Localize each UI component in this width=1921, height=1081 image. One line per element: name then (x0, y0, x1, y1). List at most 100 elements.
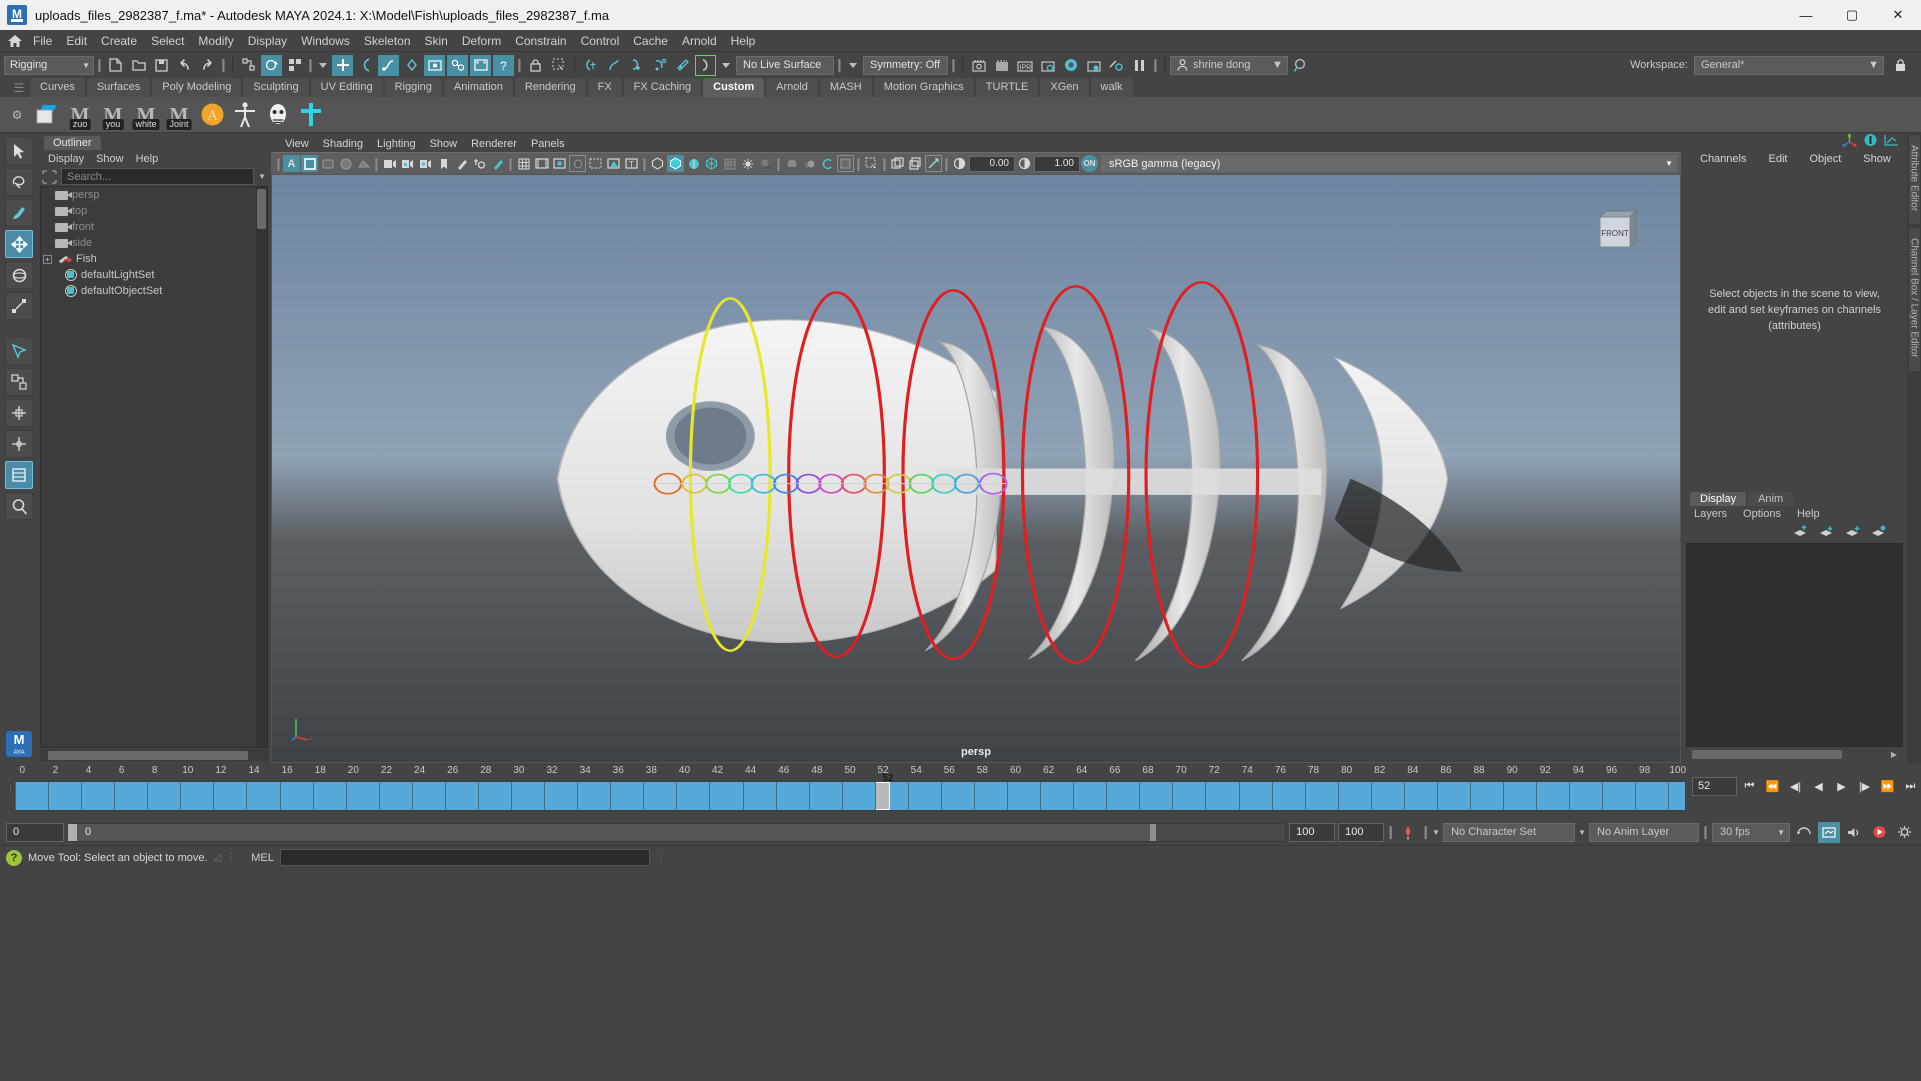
toggle-grid-icon[interactable] (515, 155, 532, 172)
outliner-menu-help[interactable]: Help (136, 153, 159, 165)
tool-select[interactable] (5, 137, 33, 165)
screen-space-ao-icon[interactable] (783, 155, 800, 172)
tool-soft-modification[interactable] (5, 368, 33, 396)
outliner-horizontal-scrollbar[interactable] (40, 749, 268, 761)
pause-render-icon[interactable] (1129, 55, 1150, 76)
xray-mode-icon[interactable] (587, 155, 604, 172)
shelf-tab-rigging[interactable]: Rigging (384, 78, 442, 97)
layer-list[interactable] (1686, 542, 1903, 747)
menu-arnold[interactable]: Arnold (675, 32, 724, 50)
construction-history-grid-icon[interactable] (580, 55, 601, 76)
range-start-field[interactable]: 0 (6, 822, 64, 842)
viewport-shading-icon[interactable] (337, 155, 354, 172)
user-account-selector[interactable]: shrine dong ▼ (1170, 55, 1288, 75)
range-slider[interactable]: 0 (67, 822, 1287, 842)
dock-tab-attribute-editor[interactable]: Attribute Editor (1908, 135, 1920, 225)
shelf-tab-walk[interactable]: walk (1090, 78, 1133, 97)
shelf-button-zuo[interactable]: M zuo (66, 100, 94, 130)
toggle-render-settings-icon[interactable] (1106, 55, 1127, 76)
open-scene-icon[interactable] (128, 55, 149, 76)
range-right-handle[interactable] (1150, 823, 1157, 841)
hypershade-window-icon[interactable] (1060, 55, 1081, 76)
tool-zoom[interactable] (5, 492, 33, 520)
render-setup-icon[interactable] (1083, 55, 1104, 76)
curve-snap-icon[interactable] (603, 55, 624, 76)
range-left-handle[interactable] (68, 823, 77, 841)
workspace-selector[interactable]: General* ▼ (1694, 55, 1884, 75)
view-cube[interactable]: FRONT (1590, 205, 1644, 256)
anim-end-field[interactable]: 100 (1289, 822, 1336, 842)
viewport-menu-show[interactable]: Show (430, 138, 458, 150)
shelf-tab-poly-modeling[interactable]: Poly Modeling (152, 78, 242, 97)
render-sequence-icon[interactable] (470, 54, 491, 76)
menu-constrain[interactable]: Constrain (508, 32, 573, 50)
tool-scale[interactable] (5, 292, 33, 320)
viewport-canvas[interactable]: FRONT x persp (271, 174, 1681, 763)
scrollbar-thumb[interactable] (257, 189, 266, 229)
command-history-grip[interactable]: ⋮ (656, 852, 666, 863)
tool-last-used[interactable] (5, 337, 33, 365)
menu-help[interactable]: Help (724, 32, 763, 50)
shelf-button-you[interactable]: M you (99, 100, 127, 130)
command-input[interactable] (279, 849, 650, 866)
outliner-search-input[interactable]: Search... (61, 168, 255, 185)
close-button[interactable]: ✕ (1875, 0, 1921, 30)
shaded-wireframe-icon[interactable] (685, 155, 702, 172)
range-track[interactable]: 0 (77, 823, 1156, 841)
fps-selector[interactable]: 30 fps ▼ (1712, 822, 1790, 842)
menu-cache[interactable]: Cache (626, 32, 675, 50)
command-line-grip[interactable]: ⋮ (226, 852, 236, 863)
show-manipulator-icon[interactable] (1842, 133, 1857, 150)
tool-paint-select[interactable] (5, 199, 33, 227)
camera-icon[interactable] (381, 155, 398, 172)
xray-joints-icon[interactable] (605, 155, 622, 172)
save-scene-icon[interactable] (151, 55, 172, 76)
shelf-tab-mash[interactable]: MASH (819, 78, 872, 97)
outliner-item-front[interactable]: front (41, 219, 267, 235)
layer-list-scrollbar[interactable]: ▶ (1686, 749, 1903, 760)
character-set-selector[interactable]: No Character Set (1443, 822, 1576, 842)
symmetry-field[interactable]: Symmetry: Off (863, 55, 948, 75)
magnet-snap-icon[interactable] (672, 55, 693, 76)
shelf-tab-fx[interactable]: FX (587, 78, 622, 97)
tool-move[interactable] (5, 230, 33, 258)
anim-layer-chevron-icon[interactable]: ▼ (1578, 828, 1586, 837)
image-plane-icon[interactable] (355, 155, 372, 172)
shelf-tab-animation[interactable]: Animation (443, 78, 513, 97)
anim-preferences-icon[interactable] (1818, 821, 1840, 843)
shelf-tab-rendering[interactable]: Rendering (514, 78, 586, 97)
render-settings-window-icon[interactable] (1037, 55, 1058, 76)
multisample-aa-icon[interactable] (819, 155, 836, 172)
default-light-icon[interactable] (739, 155, 756, 172)
shelf-button-joint-tool[interactable] (297, 100, 325, 130)
chevron-down-icon[interactable] (319, 62, 327, 68)
layer-menu-help[interactable]: Help (1797, 508, 1820, 520)
exposure-toggle-icon[interactable] (925, 155, 942, 172)
bookmark-icon[interactable] (435, 155, 452, 172)
outliner-item-defaultlightset[interactable]: defaultLightSet (41, 267, 267, 283)
current-frame-field[interactable]: 52 (1692, 776, 1737, 796)
layer-tab-anim[interactable]: Anim (1748, 491, 1794, 506)
open-render-view-icon[interactable] (968, 55, 989, 76)
selection-mask-icon[interactable] (548, 55, 569, 76)
chevron-down-icon[interactable] (722, 62, 730, 68)
expand-toggle-icon[interactable]: + (43, 254, 52, 264)
chevron-down-icon[interactable] (849, 62, 857, 68)
new-layer-icon[interactable] (1845, 525, 1861, 540)
channelbox-menu-object[interactable]: Object (1809, 153, 1841, 165)
shelf-tab-fx-caching[interactable]: FX Caching (623, 78, 702, 97)
grease-pencil-icon[interactable] (453, 155, 470, 172)
pencil-icon[interactable] (489, 155, 506, 172)
viewport-menu-view[interactable]: View (285, 138, 309, 150)
render-settings-icon[interactable]: ? (493, 54, 514, 76)
outliner-vertical-scrollbar[interactable] (256, 187, 267, 747)
menu-deform[interactable]: Deform (455, 32, 508, 50)
current-time-indicator[interactable] (874, 782, 890, 810)
isolate-select-icon[interactable] (863, 155, 880, 172)
shelf-button-polygon-plane[interactable] (33, 100, 61, 130)
playback-options-icon[interactable] (1868, 822, 1890, 843)
new-layer-from-selected-icon[interactable] (1871, 525, 1887, 540)
step-forward-frame-icon[interactable]: |▶ (1854, 776, 1875, 797)
use-all-lights-icon[interactable] (721, 155, 738, 172)
outliner-item-side[interactable]: side (41, 235, 267, 251)
